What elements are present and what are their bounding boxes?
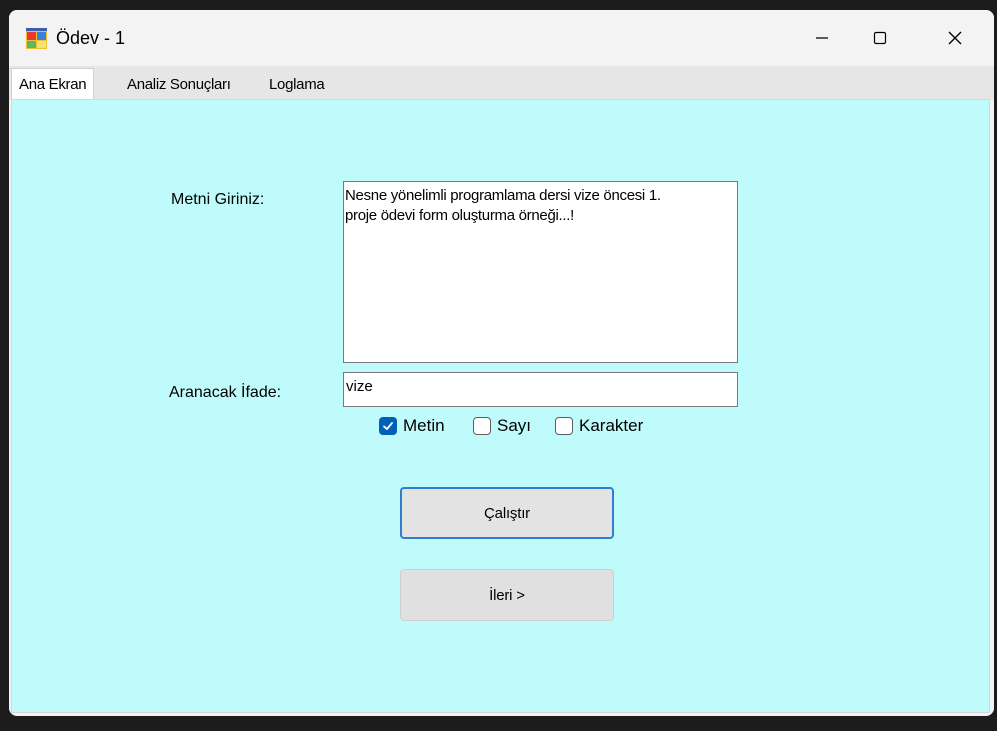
- tab-ana-ekran[interactable]: Ana Ekran: [11, 68, 95, 101]
- next-button[interactable]: İleri >: [400, 569, 614, 621]
- minimize-icon: [816, 37, 828, 39]
- window-title: Ödev - 1: [56, 28, 126, 48]
- checkbox-label: Karakter: [579, 416, 644, 435]
- text-input-area[interactable]: Nesne yönelimli programlama dersi vize ö…: [343, 181, 738, 363]
- tab-strip: Ana Ekran Analiz Sonuçları Loglama: [9, 66, 994, 101]
- close-button[interactable]: [926, 10, 984, 66]
- app-window: Ödev - 1 Ana Ekran Analiz Sonuçları Logl…: [9, 10, 994, 716]
- text-input-label: Metni Giriniz:: [171, 191, 265, 208]
- maximize-icon: [873, 31, 887, 45]
- checkbox-label: Metin: [403, 416, 445, 435]
- checkbox-label: Sayı: [497, 416, 532, 435]
- checkbox-karakter[interactable]: Karakter: [555, 414, 643, 438]
- checkbox-checked-icon[interactable]: [379, 417, 397, 435]
- tab-loglama[interactable]: Loglama: [262, 72, 331, 98]
- minimize-button[interactable]: [793, 10, 851, 66]
- tab-analiz-sonuclari[interactable]: Analiz Sonuçları: [120, 72, 238, 98]
- search-input-label: Aranacak İfade:: [169, 384, 282, 401]
- checkbox-metin[interactable]: Metin: [379, 414, 445, 438]
- checkbox-sayi[interactable]: Sayı: [473, 414, 531, 438]
- search-input[interactable]: vize: [343, 372, 738, 407]
- close-icon: [948, 31, 962, 45]
- checkbox-unchecked-icon[interactable]: [473, 417, 491, 435]
- app-icon: [26, 28, 47, 49]
- run-button[interactable]: Çalıştır: [400, 487, 614, 539]
- maximize-button[interactable]: [851, 10, 909, 66]
- checkbox-unchecked-icon[interactable]: [555, 417, 573, 435]
- title-bar[interactable]: Ödev - 1: [9, 10, 994, 66]
- checkmark-icon: [383, 422, 393, 430]
